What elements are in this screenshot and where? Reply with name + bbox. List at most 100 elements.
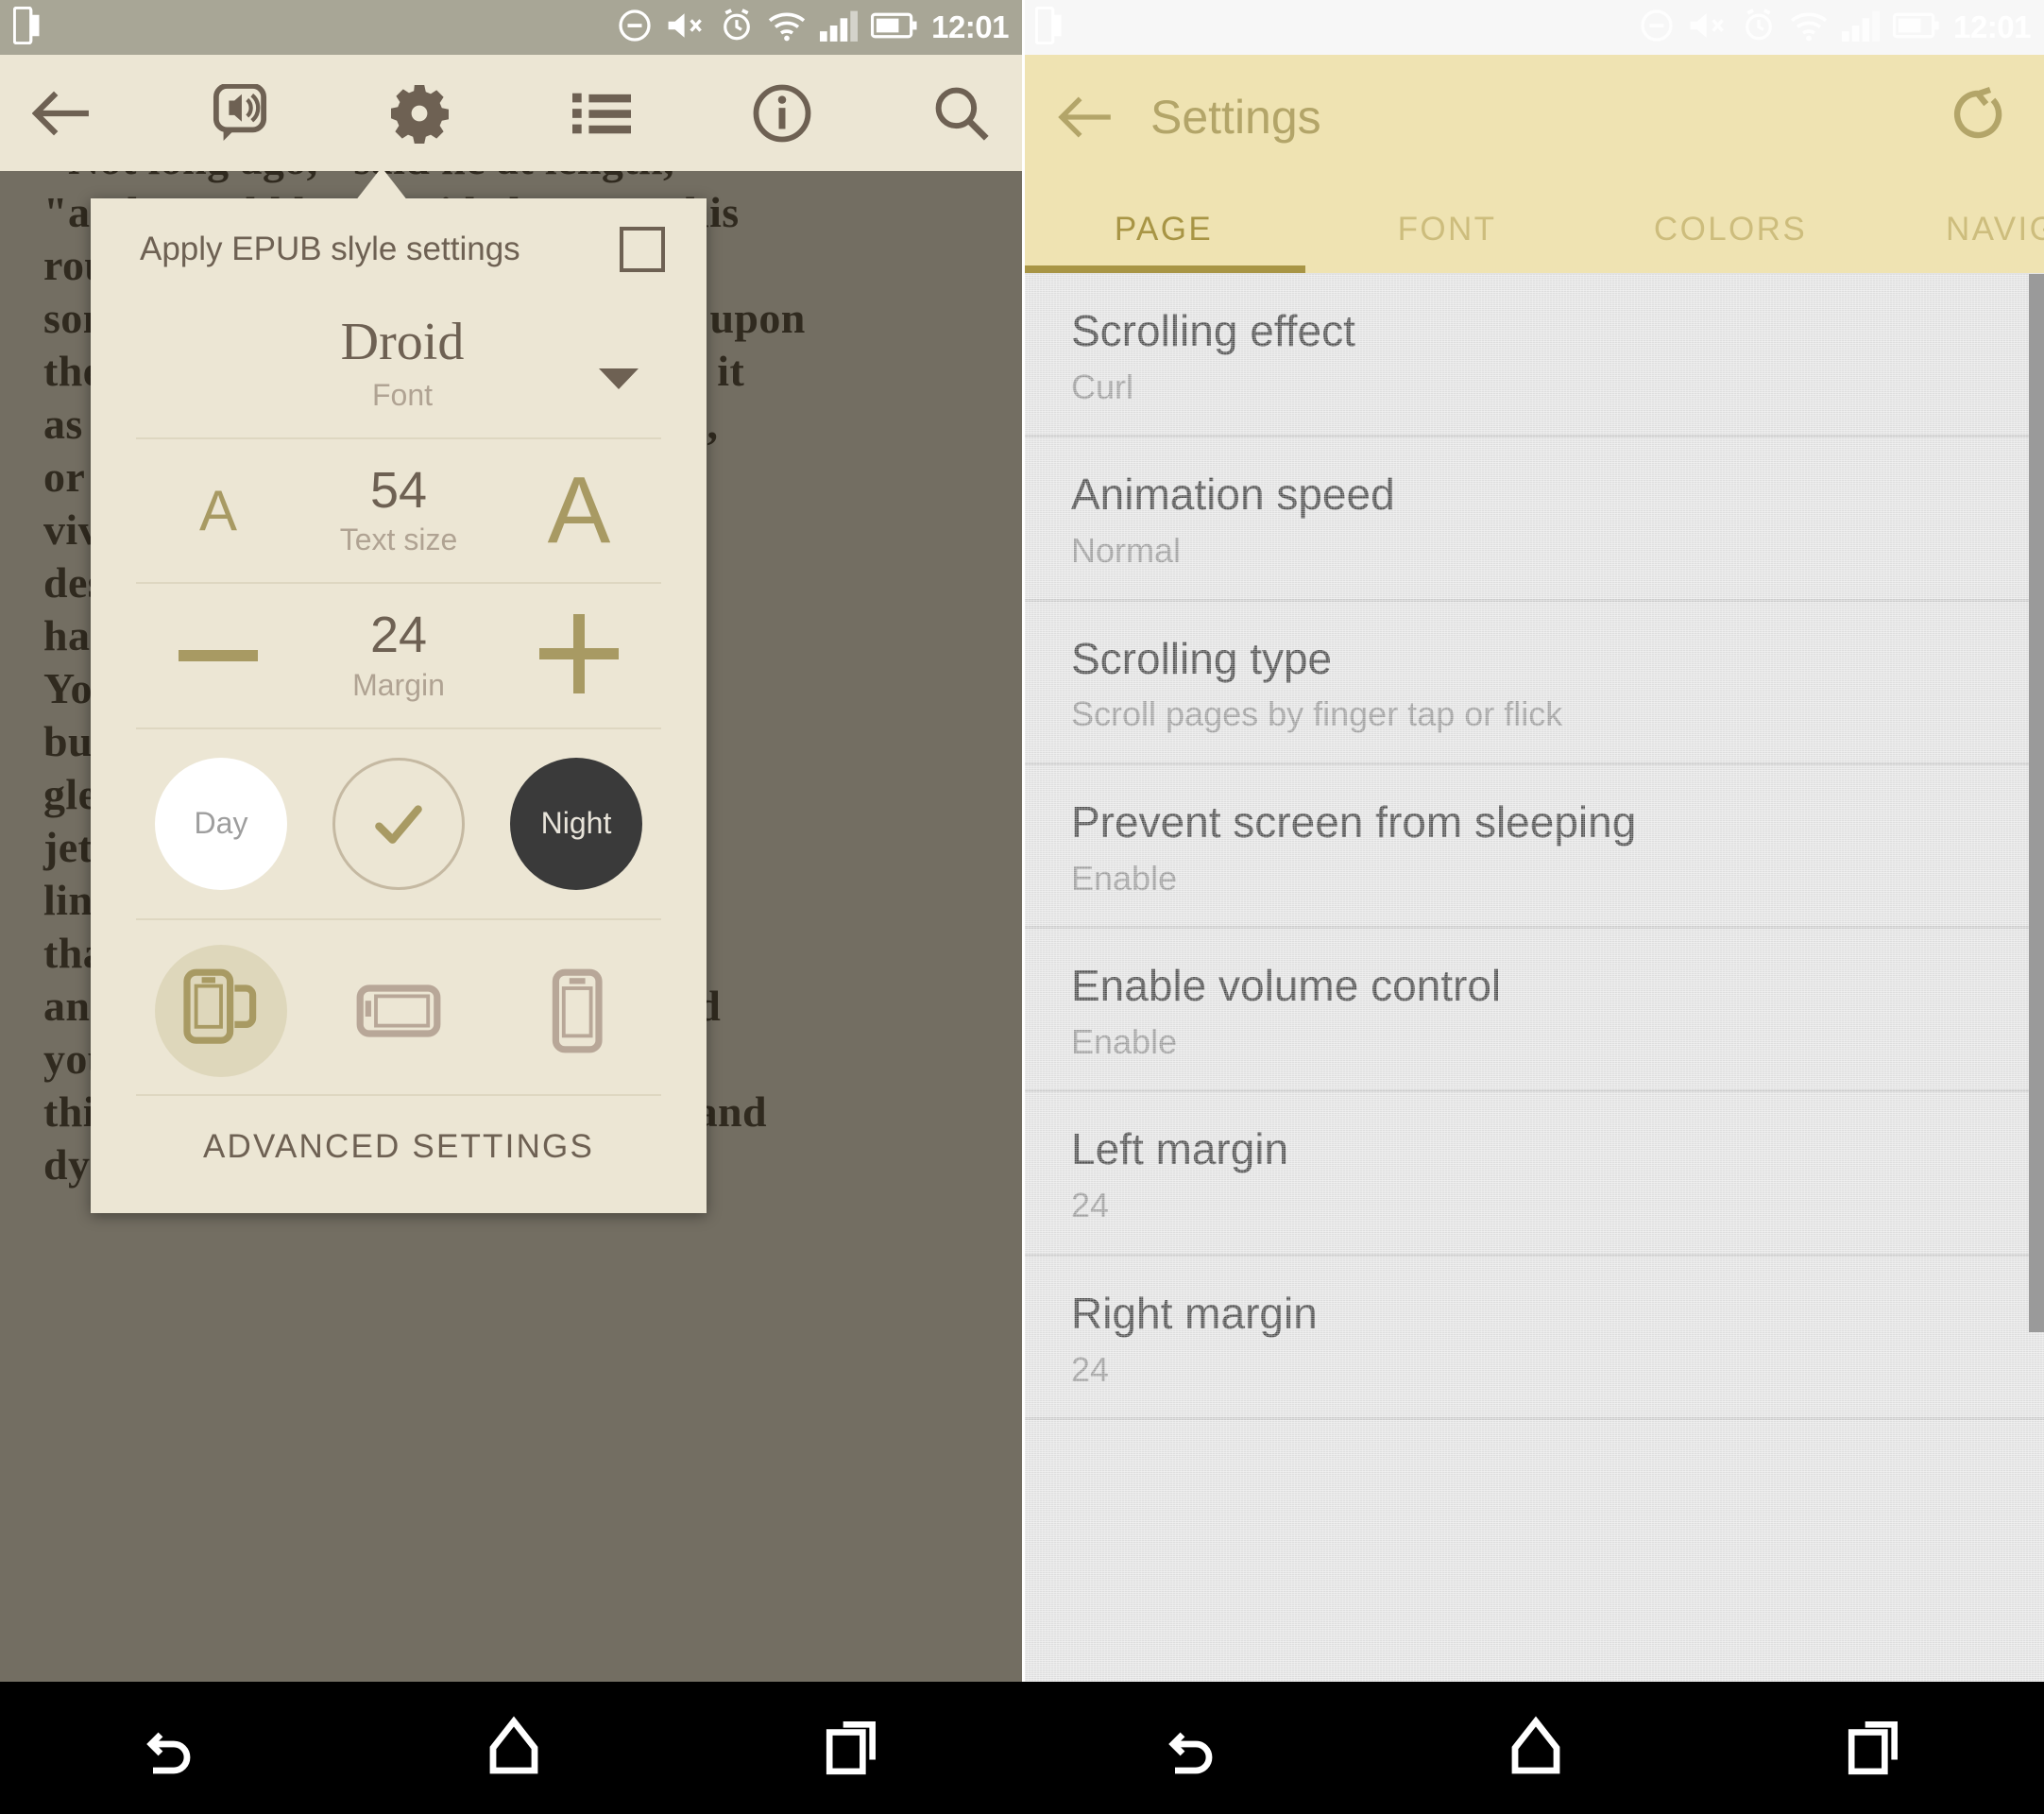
list-item[interactable]: Enable volume control Enable [1022, 929, 2044, 1093]
tab-colors[interactable]: COLORS [1589, 211, 1872, 273]
recents-nav-icon[interactable] [826, 1717, 880, 1780]
settings-list[interactable]: Scrolling effect Curl Animation speed No… [1022, 274, 2044, 1682]
signal-icon [820, 9, 859, 46]
list-item[interactable]: Scrolling type Scroll pages by finger ta… [1022, 602, 2044, 765]
settings-tabs: PAGE FONT COLORS NAVIGA [1022, 179, 2044, 273]
list-item[interactable]: Right margin 24 [1022, 1257, 2044, 1420]
day-theme-button[interactable]: Day [155, 757, 287, 890]
battery-icon [1892, 12, 1940, 43]
quick-settings-popup: Apply EPUB slyle settings Droid Font A 5… [91, 198, 707, 1213]
setting-value: 24 [1071, 1349, 1110, 1389]
info-icon[interactable] [753, 84, 811, 143]
check-icon [369, 795, 428, 853]
setting-title: Animation speed [1071, 470, 1395, 520]
setting-title: Enable volume control [1071, 961, 1502, 1011]
settings-app-bar: Settings [1022, 55, 2044, 179]
sepia-theme-button[interactable] [332, 757, 465, 890]
orientation-landscape-icon[interactable] [332, 945, 465, 1077]
advanced-settings-button[interactable]: ADVANCED SETTINGS [91, 1096, 707, 1204]
orientation-auto-icon[interactable] [155, 944, 287, 1077]
do-not-disturb-icon [1640, 9, 1674, 47]
margin-stepper: 24 Margin [91, 584, 707, 727]
nav-bar-right [1022, 1682, 2044, 1814]
chevron-down-icon[interactable] [599, 368, 639, 389]
wifi-icon [767, 9, 807, 46]
list-item[interactable]: Left margin 24 [1022, 1092, 2044, 1257]
text-to-speech-icon[interactable] [213, 83, 267, 143]
list-item[interactable]: Animation speed Normal [1022, 437, 2044, 602]
setting-title: Left margin [1071, 1124, 1289, 1174]
night-theme-label: Night [540, 806, 612, 841]
font-selector-row[interactable]: Droid Font [91, 297, 707, 437]
panel-divider [1022, 0, 1025, 1682]
back-arrow-icon[interactable] [32, 88, 91, 139]
apply-epub-style-checkbox[interactable] [620, 227, 665, 272]
setting-value: Scroll pages by finger tap or flick [1071, 694, 1563, 734]
home-nav-icon[interactable] [486, 1715, 541, 1781]
home-nav-icon[interactable] [1508, 1715, 1563, 1781]
rotation-lock-icon [12, 6, 42, 49]
margin-increase-button[interactable] [489, 613, 669, 698]
font-label: Font [371, 377, 434, 412]
setting-value: Curl [1071, 367, 1134, 406]
text-size-label: Text size [339, 522, 458, 557]
nav-bar-left [0, 1682, 1022, 1814]
setting-value: 24 [1071, 1186, 1110, 1225]
tab-navigation[interactable]: NAVIGA [1872, 211, 2044, 273]
settings-screen: 12:01 Settings PAGE FONT COLORS NAVIGA S… [1022, 0, 2044, 1814]
table-of-contents-icon[interactable] [571, 89, 631, 138]
setting-title: Prevent screen from sleeping [1071, 796, 1637, 847]
setting-title: Scrolling effect [1071, 306, 1355, 355]
setting-value: Enable [1071, 1022, 1178, 1062]
rotation-lock-icon [1034, 6, 1064, 49]
recents-nav-icon[interactable] [1848, 1717, 1902, 1780]
volume-mute-icon [1687, 9, 1729, 46]
apply-epub-style-row[interactable]: Apply EPUB slyle settings [91, 198, 707, 297]
orientation-portrait-icon[interactable] [510, 945, 642, 1077]
dual-screenshot: 12:01 Apply EPUB slyle settings Droid Fo… [0, 0, 2044, 1814]
minus-icon [179, 649, 258, 661]
page-title: Settings [1150, 90, 1321, 144]
status-time-right: 12:01 [1953, 9, 2031, 44]
do-not-disturb-icon [618, 9, 652, 47]
alarm-icon [1742, 8, 1776, 48]
back-nav-icon[interactable] [142, 1716, 202, 1781]
active-tab-indicator [1022, 265, 1305, 273]
tab-page[interactable]: PAGE [1022, 211, 1305, 273]
back-nav-icon[interactable] [1164, 1716, 1224, 1781]
wifi-icon [1789, 9, 1829, 46]
plus-icon [539, 613, 619, 693]
text-size-decrease-button[interactable]: A [128, 478, 308, 543]
text-size-stepper: A 54 Text size A [91, 439, 707, 583]
orientation-selector [91, 920, 707, 1094]
status-bar-left: 12:01 [0, 0, 1022, 55]
font-value: Droid [340, 313, 465, 371]
night-theme-button[interactable]: Night [510, 757, 642, 890]
text-size-value: 54 [369, 461, 428, 519]
alarm-icon [720, 8, 754, 48]
list-item[interactable]: Prevent screen from sleeping Enable [1022, 765, 2044, 930]
scrollbar[interactable] [2029, 274, 2044, 1332]
setting-title: Right margin [1071, 1288, 1318, 1338]
back-arrow-icon[interactable] [1058, 94, 1113, 141]
margin-decrease-button[interactable] [128, 647, 308, 664]
status-time-left: 12:01 [931, 9, 1009, 44]
tab-font[interactable]: FONT [1305, 211, 1589, 273]
margin-label: Margin [352, 667, 445, 702]
battery-icon [870, 12, 918, 43]
text-size-increase-button[interactable]: A [489, 463, 669, 557]
margin-value: 24 [369, 607, 428, 664]
theme-selector: Day Night [91, 729, 707, 918]
signal-icon [1842, 9, 1881, 46]
apply-epub-style-label: Apply EPUB slyle settings [140, 231, 520, 267]
reset-icon[interactable] [1948, 84, 2008, 149]
setting-value: Enable [1071, 858, 1178, 898]
list-item[interactable]: Scrolling effect Curl [1022, 274, 2044, 438]
setting-value: Normal [1071, 531, 1182, 571]
volume-mute-icon [665, 9, 707, 46]
reader-toolbar [0, 55, 1022, 171]
search-icon[interactable] [933, 85, 990, 142]
settings-gear-icon[interactable] [389, 83, 450, 144]
reader-screen: 12:01 Apply EPUB slyle settings Droid Fo… [0, 0, 1022, 1814]
status-bar-right: 12:01 [1022, 0, 2044, 55]
